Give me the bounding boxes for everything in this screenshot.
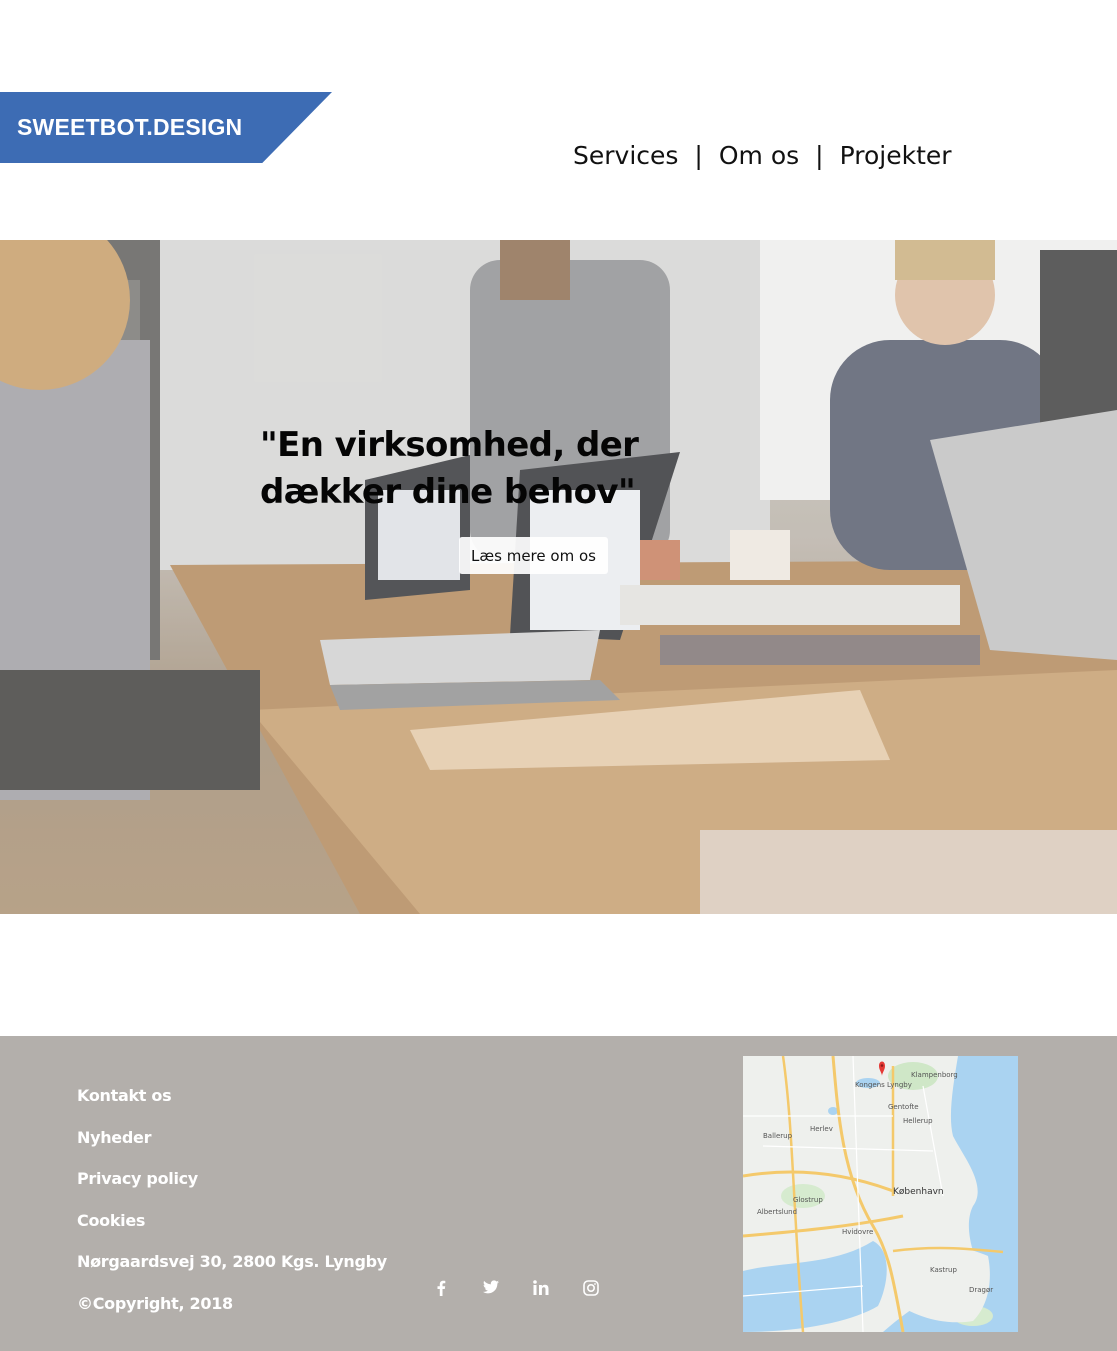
facebook-icon[interactable] [416, 1280, 466, 1296]
map-label: Glostrup [793, 1196, 823, 1204]
logo-text: SWEETBOT.DESIGN [17, 114, 243, 140]
linkedin-icon[interactable] [516, 1280, 566, 1296]
footer-link-privacy[interactable]: Privacy policy [77, 1169, 387, 1211]
hero-section: "En virksomhed, der dækker dine behov" L… [0, 240, 1117, 914]
nav-om-os[interactable]: Om os [719, 141, 799, 170]
nav-services[interactable]: Services [573, 141, 678, 170]
footer-link-cookies[interactable]: Cookies [77, 1211, 387, 1253]
map-label: Klampenborg [911, 1071, 958, 1079]
instagram-icon[interactable] [566, 1280, 616, 1296]
nav-separator: | [815, 141, 824, 170]
map-label: Dragør [969, 1286, 994, 1294]
nav-separator: | [694, 141, 703, 170]
site-logo[interactable]: SWEETBOT.DESIGN [0, 92, 332, 163]
hero-quote: "En virksomhed, der dækker dine behov" [260, 425, 639, 512]
hero-overlay [0, 240, 1117, 914]
read-more-button[interactable]: Læs mere om os [459, 537, 608, 574]
map-label: Kastrup [930, 1266, 957, 1274]
map-label: Herlev [810, 1125, 833, 1133]
footer-link-kontakt[interactable]: Kontakt os [77, 1086, 387, 1128]
map-label: Gentofte [888, 1103, 919, 1111]
location-map[interactable]: Klampenborg Kongens Lyngby Gentofte Hell… [743, 1056, 1018, 1332]
twitter-icon[interactable] [466, 1280, 516, 1296]
footer-link-nyheder[interactable]: Nyheder [77, 1128, 387, 1170]
map-label: Ballerup [763, 1132, 793, 1140]
map-label: Kongens Lyngby [855, 1081, 912, 1089]
site-footer: Kontakt os Nyheder Privacy policy Cookie… [0, 1036, 1117, 1351]
nav-projekter[interactable]: Projekter [840, 141, 952, 170]
map-label: Hvidovre [842, 1228, 874, 1236]
map-label: Albertslund [757, 1208, 798, 1216]
social-icons [416, 1280, 616, 1296]
footer-links: Kontakt os Nyheder Privacy policy Cookie… [77, 1086, 387, 1336]
map-label: København [893, 1187, 944, 1197]
map-label: Hellerup [903, 1117, 933, 1125]
main-nav: Services | Om os | Projekter [573, 141, 952, 170]
footer-copyright: ©Copyright, 2018 [77, 1293, 233, 1313]
footer-address: Nørgaardsvej 30, 2800 Kgs. Lyngby [77, 1252, 387, 1272]
